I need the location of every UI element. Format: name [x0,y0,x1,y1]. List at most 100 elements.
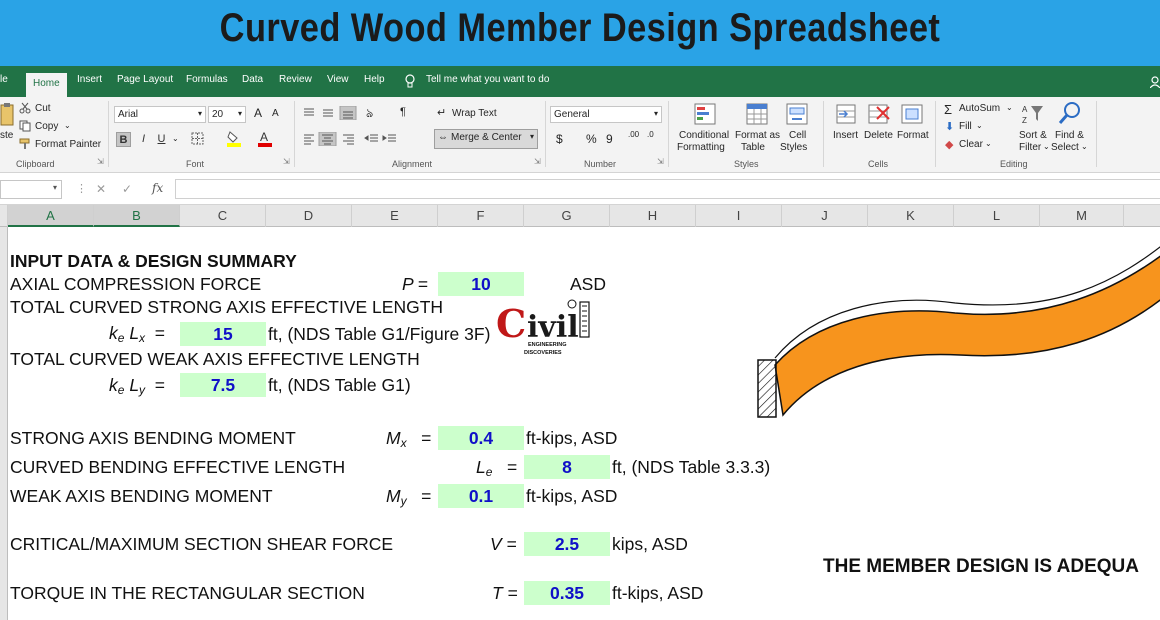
conditional-formatting-button[interactable]: Conditional [679,130,729,141]
insert-cells-button[interactable]: Insert [833,130,858,141]
shrink-font-button[interactable]: A [272,108,279,119]
user-icon[interactable] [1150,76,1160,88]
column-header-c[interactable]: C [180,205,266,227]
tab-data[interactable]: Data [242,74,263,85]
column-header-i[interactable]: I [696,205,782,227]
insert-function-icon[interactable]: fx [152,181,163,195]
orientation-icon[interactable]: ঌ [366,105,373,125]
sort-filter-button[interactable]: Sort & [1019,130,1047,141]
mx-input[interactable]: 0.4 [438,426,524,450]
column-header-a[interactable]: A [8,205,94,227]
currency-button[interactable]: $ [556,132,563,146]
column-header-g[interactable]: G [524,205,610,227]
format-cells-icon [901,104,923,124]
eraser-icon: ◆ [945,139,954,151]
underline-button[interactable]: U [154,132,169,147]
cut-button[interactable]: Cut [35,103,51,114]
subscript-y: y [139,383,146,397]
underline-dropdown-icon[interactable]: ⌄ [172,134,179,143]
font-size-select[interactable]: 20 ▾ [208,106,246,123]
tab-file[interactable]: le [0,74,8,85]
formula-bar: ▾ ⋮ ✕ ✓ fx [0,173,1160,205]
column-header-m[interactable]: M [1040,205,1124,227]
font-name-select[interactable]: Arial ▾ [114,106,206,123]
italic-button[interactable]: I [136,132,151,147]
svg-text:A: A [260,130,268,144]
paste-icon[interactable] [0,102,14,128]
column-header-j[interactable]: J [782,205,868,227]
font-color-icon[interactable]: A [258,130,272,147]
format-cells-button[interactable]: Format [897,130,929,141]
name-box[interactable]: ▾ [0,180,62,199]
wrap-text-button[interactable]: Wrap Text [452,108,497,119]
column-header-b[interactable]: B [94,205,180,227]
paste-button[interactable]: ste [0,130,13,141]
tab-review[interactable]: Review [279,74,312,85]
number-format-select[interactable]: General ▾ [550,106,662,123]
alignment-launcher-icon[interactable]: ⇲ [534,157,541,166]
format-as-table-button[interactable]: Format as [735,130,780,141]
le-input[interactable]: 8 [524,455,610,479]
axial-force-input[interactable]: 10 [438,272,524,296]
column-header-e[interactable]: E [352,205,438,227]
tab-view[interactable]: View [327,74,349,85]
column-header-k[interactable]: K [868,205,954,227]
tab-help[interactable]: Help [364,74,385,85]
comma-button[interactable]: 9 [606,132,613,146]
enter-icon[interactable]: ✓ [122,182,132,196]
torque-input[interactable]: 0.35 [524,581,610,605]
fill-button[interactable]: Fill [959,121,972,132]
borders-icon[interactable] [191,132,204,145]
clear-dropdown-icon[interactable]: ⌄ [985,139,992,148]
shear-force-input[interactable]: 2.5 [524,532,610,556]
clear-button[interactable]: Clear [959,139,983,150]
formula-input[interactable] [175,179,1160,199]
font-launcher-icon[interactable]: ⇲ [283,157,290,166]
column-header-f[interactable]: F [438,205,524,227]
torque-unit: ft-kips, ASD [612,583,704,603]
indent-icons[interactable] [364,132,398,146]
tell-me-search[interactable]: Tell me what you want to do [426,74,549,85]
clipboard-launcher-icon[interactable]: ⇲ [97,157,104,166]
symbol-t: T [492,583,503,603]
copy-button[interactable]: Copy [35,121,58,132]
find-select-button[interactable]: Find & [1055,130,1084,141]
horizontal-align-icons[interactable] [302,132,358,146]
tab-home[interactable]: Home [26,73,67,97]
tab-insert[interactable]: Insert [77,74,102,85]
find-select-line2: Select [1051,142,1079,153]
subscript-x: x [139,331,146,345]
copy-dropdown-icon[interactable]: ⌄ [64,121,71,130]
find-dropdown-icon[interactable]: ⌄ [1081,142,1088,151]
grow-font-button[interactable]: A [254,106,262,120]
sort-dropdown-icon[interactable]: ⌄ [1043,142,1050,151]
cancel-icon[interactable]: ✕ [96,182,106,196]
cell-styles-button[interactable]: Cell [789,130,806,141]
tab-formulas[interactable]: Formulas [186,74,228,85]
bold-button[interactable]: B [116,132,131,147]
merge-center-button[interactable]: ⇔ Merge & Center ▾ [434,129,538,149]
my-input[interactable]: 0.1 [438,484,524,508]
strong-moment-label: STRONG AXIS BENDING MOMENT [10,428,296,448]
column-header-l[interactable]: L [954,205,1040,227]
increase-decimal-button[interactable]: .00 [628,130,639,139]
select-all-corner[interactable] [0,205,8,227]
format-painter-button[interactable]: Format Painter [35,139,101,150]
rtl-icon[interactable]: ¶ [400,106,406,118]
column-header-h[interactable]: H [610,205,696,227]
kelx-input[interactable]: 15 [180,322,266,346]
decrease-decimal-button[interactable]: .0 [647,130,654,139]
font-name-value: Arial [118,109,139,120]
vertical-align-icons[interactable] [302,106,358,120]
fill-color-icon[interactable] [227,130,241,147]
autosum-dropdown-icon[interactable]: ⌄ [1006,103,1013,112]
autosum-button[interactable]: AutoSum [959,103,1000,114]
delete-cells-button[interactable]: Delete [864,130,893,141]
percent-button[interactable]: % [586,132,597,146]
number-launcher-icon[interactable]: ⇲ [657,157,664,166]
column-header-d[interactable]: D [266,205,352,227]
kely-input[interactable]: 7.5 [180,373,266,397]
tab-page-layout[interactable]: Page Layout [117,74,173,85]
weak-axis-length-label: TOTAL CURVED WEAK AXIS EFFECTIVE LENGTH [10,349,420,369]
fill-dropdown-icon[interactable]: ⌄ [976,121,983,130]
